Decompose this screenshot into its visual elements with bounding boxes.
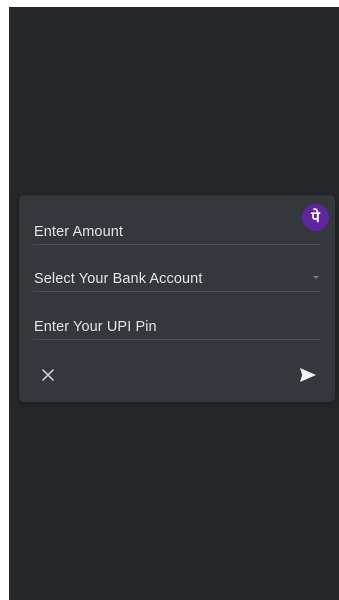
- app-screen: पे Enter Amount Select Your Bank Account…: [9, 7, 339, 600]
- upi-pin-placeholder: Enter Your UPI Pin: [34, 319, 157, 335]
- upi-pin-input[interactable]: Enter Your UPI Pin: [33, 310, 321, 340]
- dropdown-arrow-icon[interactable]: [313, 276, 319, 279]
- bank-account-select-value: Select Your Bank Account: [34, 271, 203, 287]
- bank-account-select[interactable]: Select Your Bank Account: [33, 262, 321, 292]
- send-icon[interactable]: [299, 367, 317, 383]
- payment-dialog: पे Enter Amount Select Your Bank Account…: [19, 195, 335, 402]
- amount-input[interactable]: Enter Amount: [33, 215, 321, 245]
- close-icon[interactable]: [39, 366, 57, 384]
- amount-placeholder: Enter Amount: [34, 224, 124, 240]
